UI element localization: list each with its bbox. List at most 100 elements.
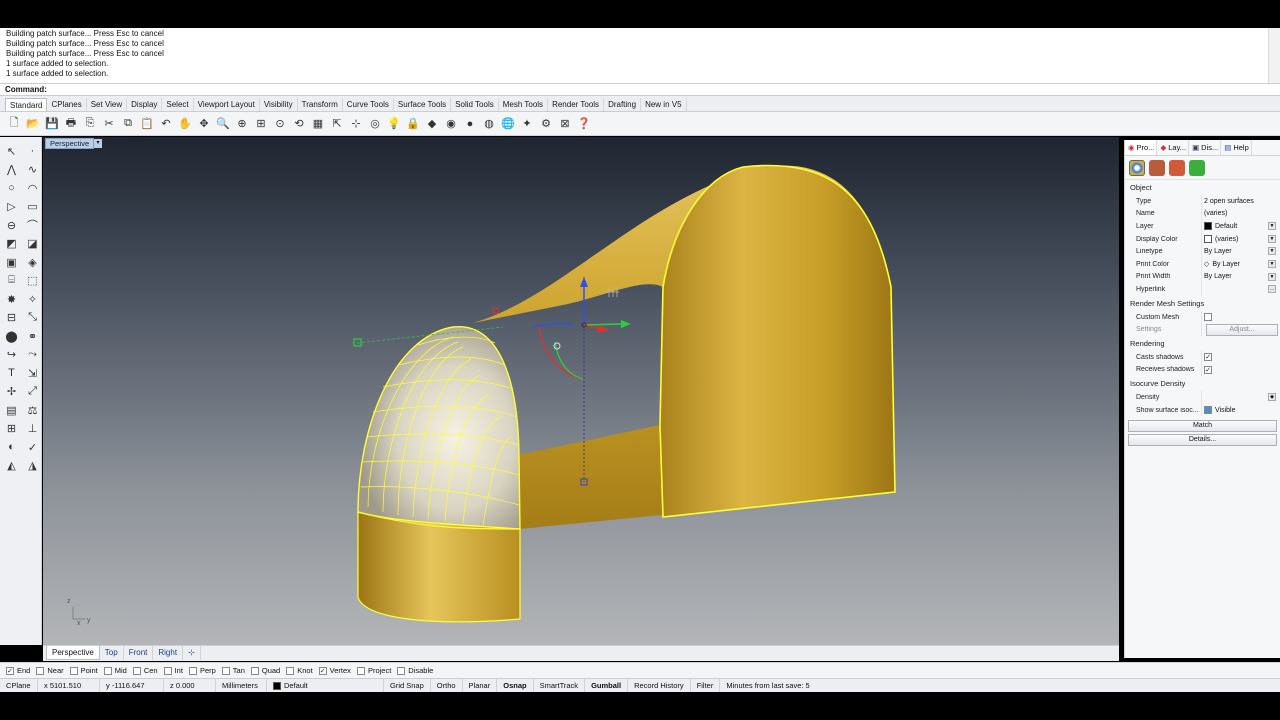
- undo-icon[interactable]: ↶: [158, 116, 174, 132]
- print-color-select[interactable]: ◇ By Layer ▼: [1201, 257, 1280, 271]
- casts-shadows-checkbox[interactable]: ✓: [1204, 353, 1212, 362]
- osnap-checkbox[interactable]: [397, 666, 406, 675]
- receives-shadows-checkbox[interactable]: ✓: [1204, 365, 1212, 374]
- viewport-tab-top[interactable]: Top: [100, 646, 124, 660]
- tab-viewport-layout[interactable]: Viewport Layout: [194, 98, 260, 111]
- text-icon[interactable]: T: [2, 364, 21, 383]
- cylinder-icon[interactable]: ⌸: [2, 272, 21, 291]
- light-icon[interactable]: ✦: [519, 116, 535, 132]
- tab-select[interactable]: Select: [162, 98, 194, 111]
- hyperlink-field[interactable]: …: [1201, 283, 1280, 296]
- more-button-icon[interactable]: …: [1268, 285, 1276, 294]
- status-record-history[interactable]: Record History: [628, 678, 691, 693]
- tab-solid-tools[interactable]: Solid Tools: [451, 98, 499, 111]
- osnap-checkbox[interactable]: [36, 666, 45, 675]
- rectangle-icon[interactable]: ▭: [23, 198, 42, 217]
- osnap-checkbox[interactable]: [163, 666, 172, 675]
- decal-icon[interactable]: [1189, 160, 1205, 176]
- osnap-checkbox[interactable]: ✓: [318, 666, 327, 675]
- viewport-menu-arrow-icon[interactable]: ▾: [94, 139, 102, 148]
- dropdown-arrow-icon[interactable]: ▼: [1268, 247, 1276, 256]
- viewport-tab-right[interactable]: Right: [153, 646, 184, 660]
- viewport-tab-front[interactable]: Front: [124, 646, 154, 660]
- polyline-icon[interactable]: ⋀: [2, 161, 21, 180]
- undo-view-icon[interactable]: ⟲: [291, 116, 307, 132]
- osnap-checkbox[interactable]: [69, 666, 78, 675]
- osnap-checkbox[interactable]: [188, 666, 197, 675]
- osnap-checkbox[interactable]: [221, 666, 230, 675]
- extrude-icon[interactable]: ⬚: [23, 272, 42, 291]
- tab-surface-tools[interactable]: Surface Tools: [394, 98, 452, 111]
- boolean-icon[interactable]: ✸: [2, 290, 21, 309]
- bulb-icon[interactable]: 💡: [386, 116, 402, 132]
- save-icon[interactable]: 💾: [44, 116, 60, 132]
- osnap-int[interactable]: Int: [163, 666, 183, 675]
- scale-icon[interactable]: ⤢: [23, 383, 42, 402]
- copy-icon[interactable]: ⧉: [120, 116, 136, 132]
- status-planar[interactable]: Planar: [463, 678, 498, 693]
- osnap-point[interactable]: Point: [69, 666, 98, 675]
- dropdown-arrow-icon[interactable]: ▼: [1268, 259, 1276, 268]
- zoom-window-icon[interactable]: ⊕: [234, 116, 250, 132]
- osnap-checkbox[interactable]: [250, 666, 259, 675]
- lock-icon[interactable]: 🔒: [405, 116, 421, 132]
- zoom-selected-icon[interactable]: ⊙: [272, 116, 288, 132]
- ellipse-icon[interactable]: ⊖: [2, 216, 21, 235]
- render-sphere-icon[interactable]: ●: [462, 116, 478, 132]
- paint-icon[interactable]: ◮: [23, 457, 42, 476]
- display-color-select[interactable]: (varies) ▼: [1201, 232, 1280, 246]
- snap-icon[interactable]: ⊹: [348, 116, 364, 132]
- box-icon[interactable]: ▣: [2, 253, 21, 272]
- status-smarttrack[interactable]: SmartTrack: [534, 678, 586, 693]
- cut-icon[interactable]: ✂: [101, 116, 117, 132]
- status-ortho[interactable]: Ortho: [431, 678, 463, 693]
- color-wheel-icon[interactable]: ◉: [443, 116, 459, 132]
- osnap-checkbox[interactable]: [132, 666, 141, 675]
- four-viewports-icon[interactable]: ▦: [310, 116, 326, 132]
- osnap-tan[interactable]: Tan: [221, 666, 245, 675]
- dropdown-arrow-icon[interactable]: ▼: [1268, 272, 1276, 281]
- match-button[interactable]: Match: [1128, 420, 1277, 433]
- print-width-select[interactable]: By Layer ▼: [1201, 270, 1280, 284]
- osnap-end[interactable]: ✓ End: [6, 666, 30, 675]
- split-icon[interactable]: ⚭: [23, 327, 42, 346]
- curve-icon[interactable]: ∿: [23, 161, 42, 180]
- new-file-icon[interactable]: 🗋: [6, 116, 22, 132]
- tab-render-tools[interactable]: Render Tools: [548, 98, 605, 111]
- render-icon[interactable]: ◐: [2, 438, 21, 457]
- history-scrollbar[interactable]: [1268, 28, 1280, 83]
- osnap-cen[interactable]: Cen: [132, 666, 158, 675]
- osnap-checkbox[interactable]: [286, 666, 295, 675]
- pan-icon[interactable]: ✋: [177, 116, 193, 132]
- sweep-icon[interactable]: ◈: [23, 253, 42, 272]
- status-gumball[interactable]: Gumball: [585, 678, 629, 693]
- arc-icon[interactable]: ◠: [23, 179, 42, 198]
- tab-visibility[interactable]: Visibility: [260, 98, 298, 111]
- zoom-icon[interactable]: 🔍: [215, 116, 231, 132]
- select-icon[interactable]: ⇱: [329, 116, 345, 132]
- osnap-quad[interactable]: Quad: [250, 666, 280, 675]
- perspective-viewport[interactable]: z x y: [43, 137, 1119, 645]
- freeform-icon[interactable]: ⌒: [23, 216, 42, 235]
- status-osnap[interactable]: Osnap: [497, 678, 534, 693]
- array-icon[interactable]: ▤: [2, 401, 21, 420]
- osnap-perp[interactable]: Perp: [188, 666, 216, 675]
- tab-display[interactable]: ▣ Dis...: [1189, 140, 1222, 155]
- boolean-union-icon[interactable]: ⬤: [2, 327, 21, 346]
- print-icon[interactable]: 🖶: [63, 116, 79, 132]
- tab-drafting[interactable]: Drafting: [604, 98, 642, 111]
- dropdown-arrow-icon[interactable]: ▼: [1268, 222, 1276, 231]
- grid-icon[interactable]: ⊞: [2, 420, 21, 439]
- texture-icon[interactable]: [1169, 160, 1185, 176]
- command-prompt[interactable]: Command:: [0, 83, 1280, 96]
- select-arrow-icon[interactable]: ↖: [2, 142, 21, 161]
- material-sphere-icon[interactable]: ◍: [481, 116, 497, 132]
- osnap-checkbox[interactable]: ✓: [6, 666, 14, 675]
- details-button[interactable]: Details...: [1128, 434, 1277, 447]
- join-icon[interactable]: ⤳: [23, 346, 42, 365]
- tab-curve-tools[interactable]: Curve Tools: [343, 98, 394, 111]
- dropdown-arrow-icon[interactable]: ▼: [1268, 234, 1276, 243]
- viewport-tab-perspective[interactable]: Perspective: [46, 646, 100, 660]
- mesh-icon[interactable]: ⊟: [2, 309, 21, 328]
- tab-mesh-tools[interactable]: Mesh Tools: [499, 98, 549, 111]
